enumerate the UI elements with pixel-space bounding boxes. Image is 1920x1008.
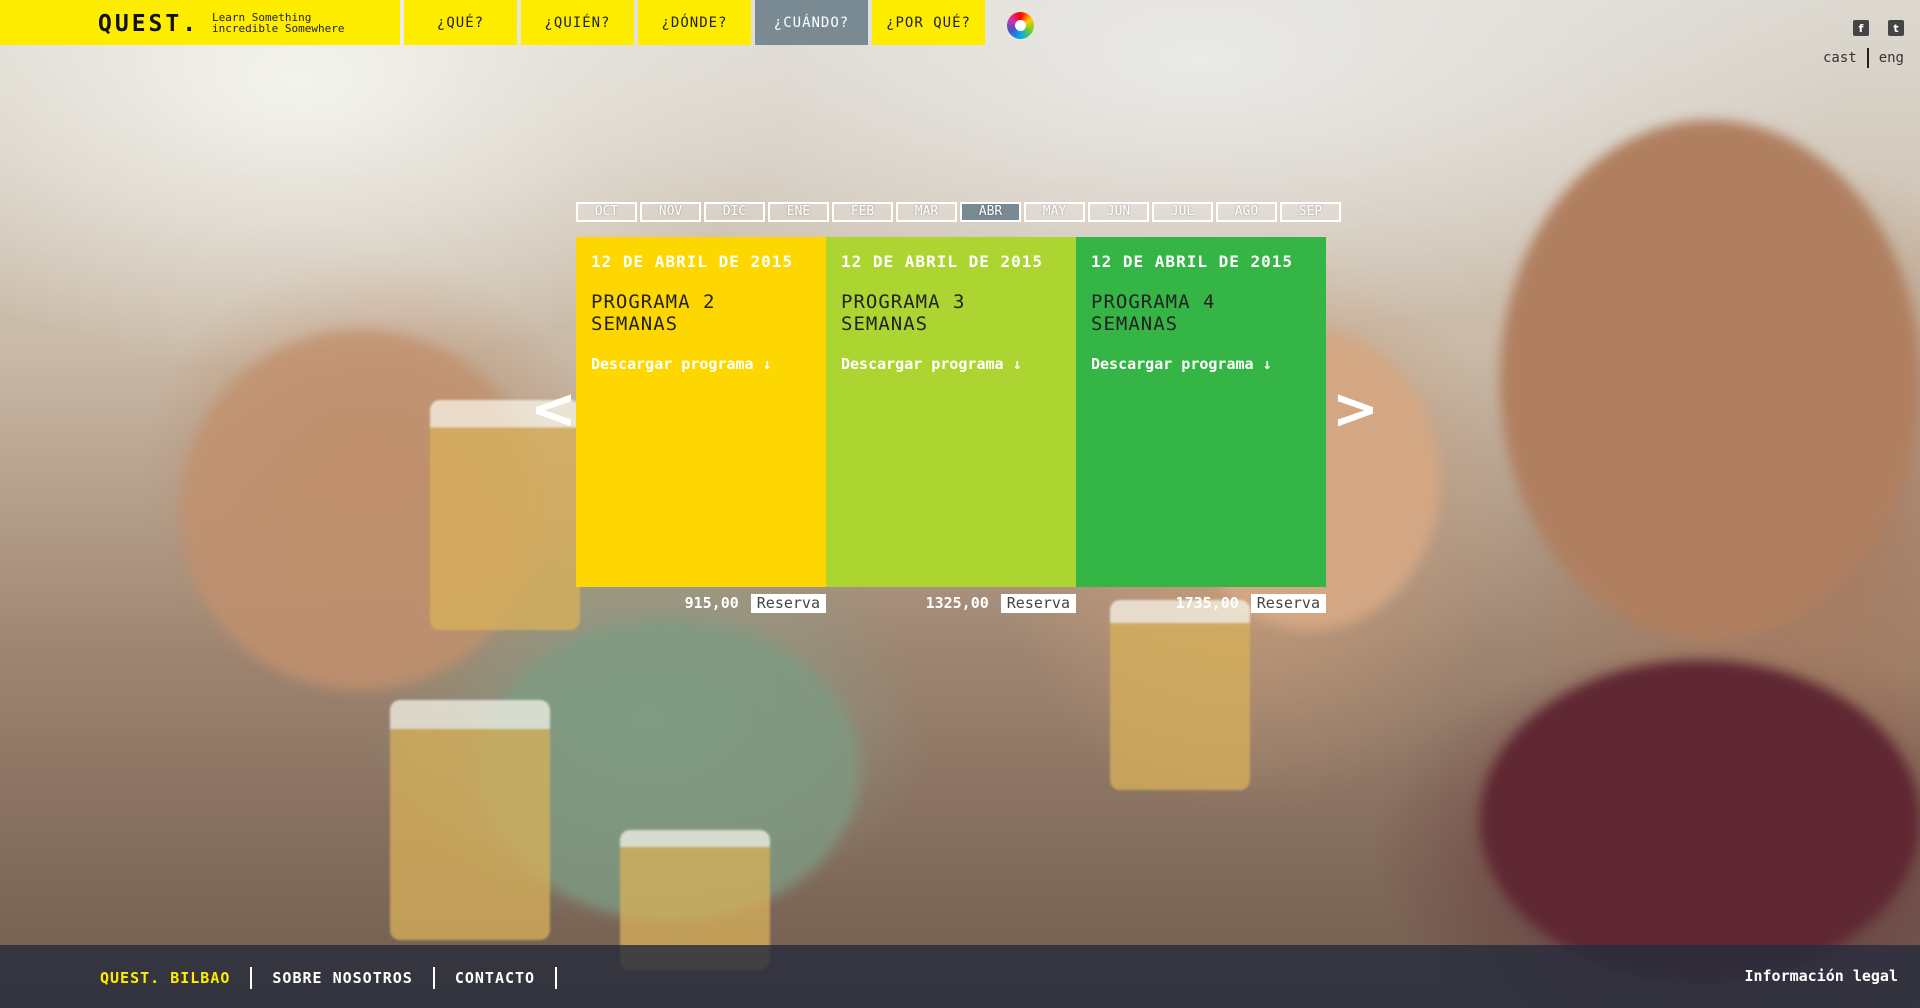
twitter-icon[interactable]: t xyxy=(1888,20,1904,36)
month-sep[interactable]: SEP xyxy=(1280,202,1341,222)
footer-brand[interactable]: QUEST. BILBAO xyxy=(100,969,230,987)
download-program-link[interactable]: Descargar programa ↓ xyxy=(1091,355,1311,373)
month-nov[interactable]: NOV xyxy=(640,202,701,222)
footer-divider xyxy=(250,967,253,989)
month-feb[interactable]: FEB xyxy=(832,202,893,222)
program-price: 1325,00 xyxy=(925,594,989,612)
lang-cast[interactable]: cast xyxy=(1823,50,1857,66)
month-ago[interactable]: AGO xyxy=(1216,202,1277,222)
program-date: 12 DE ABRIL DE 2015 xyxy=(1091,252,1294,271)
nav-por-que[interactable]: ¿POR QUÉ? xyxy=(872,0,985,45)
nav-quien[interactable]: ¿QUIÉN? xyxy=(521,0,634,45)
facebook-icon[interactable]: f xyxy=(1853,20,1869,36)
lang-divider xyxy=(1866,48,1869,68)
nav-cuando[interactable]: ¿CUÁNDO? xyxy=(755,0,868,45)
price-row-4-weeks: 1735,00 Reserva xyxy=(1076,593,1326,613)
footer-divider xyxy=(555,967,558,989)
logo[interactable]: QUEST. xyxy=(98,11,199,37)
program-card-4-weeks[interactable]: 12 DE ABRIL DE 2015 PROGRAMA 4 SEMANAS D… xyxy=(1076,237,1326,587)
footer-divider xyxy=(432,967,435,989)
download-program-link[interactable]: Descargar programa ↓ xyxy=(841,355,1061,373)
footer-contact-link[interactable]: CONTACTO xyxy=(455,969,535,987)
tagline: Learn Something incredible Somewhere xyxy=(212,12,344,34)
footer: QUEST. BILBAO SOBRE NOSOTROS CONTACTO In… xyxy=(0,945,1920,1008)
program-price: 915,00 xyxy=(684,594,739,612)
month-may[interactable]: MAY xyxy=(1024,202,1085,222)
carousel-prev-arrow-icon[interactable]: < xyxy=(530,382,577,438)
reserve-button[interactable]: Reserva xyxy=(1250,593,1326,613)
program-card-3-weeks[interactable]: 12 DE ABRIL DE 2015 PROGRAMA 3 SEMANAS D… xyxy=(826,237,1076,587)
legal-info-link[interactable]: Información legal xyxy=(1744,967,1898,985)
program-price: 1735,00 xyxy=(1175,594,1239,612)
price-row-3-weeks: 1325,00 Reserva xyxy=(826,593,1076,613)
month-dic[interactable]: DIC xyxy=(704,202,765,222)
month-mar[interactable]: MAR xyxy=(896,202,957,222)
program-title: PROGRAMA 3 SEMANAS xyxy=(841,291,966,335)
lang-eng[interactable]: eng xyxy=(1879,50,1904,66)
language-switcher: cast eng xyxy=(1823,48,1904,68)
social-links: f t xyxy=(1853,20,1904,36)
top-bar: QUEST. Learn Something incredible Somewh… xyxy=(0,0,985,45)
logo-box[interactable]: QUEST. Learn Something incredible Somewh… xyxy=(0,0,400,45)
month-abr[interactable]: ABR xyxy=(960,202,1021,222)
program-card-2-weeks[interactable]: 12 DE ABRIL DE 2015 PROGRAMA 2 SEMANAS D… xyxy=(576,237,826,587)
program-title: PROGRAMA 2 SEMANAS xyxy=(591,291,716,335)
month-oct[interactable]: OCT xyxy=(576,202,637,222)
carousel-next-arrow-icon[interactable]: > xyxy=(1332,382,1379,438)
nav-que[interactable]: ¿QUÉ? xyxy=(404,0,517,45)
footer-links: QUEST. BILBAO SOBRE NOSOTROS CONTACTO xyxy=(100,967,577,989)
reserve-button[interactable]: Reserva xyxy=(1000,593,1076,613)
nav-donde[interactable]: ¿DÓNDE? xyxy=(638,0,751,45)
program-date: 12 DE ABRIL DE 2015 xyxy=(841,252,1044,271)
program-title: PROGRAMA 4 SEMANAS xyxy=(1091,291,1216,335)
tagline-line-2: incredible Somewhere xyxy=(212,22,345,35)
month-selector: OCT NOV DIC ENE FEB MAR ABR MAY JUN JUL … xyxy=(576,202,1341,222)
month-ene[interactable]: ENE xyxy=(768,202,829,222)
download-program-link[interactable]: Descargar programa ↓ xyxy=(591,355,811,373)
footer-about-link[interactable]: SOBRE NOSOTROS xyxy=(272,969,412,987)
month-jun[interactable]: JUN xyxy=(1088,202,1149,222)
price-row-2-weeks: 915,00 Reserva xyxy=(576,593,826,613)
color-wheel-icon[interactable] xyxy=(1007,12,1034,39)
program-date: 12 DE ABRIL DE 2015 xyxy=(591,252,794,271)
month-jul[interactable]: JUL xyxy=(1152,202,1213,222)
reserve-button[interactable]: Reserva xyxy=(750,593,826,613)
program-cards: 12 DE ABRIL DE 2015 PROGRAMA 2 SEMANAS D… xyxy=(576,237,1326,587)
